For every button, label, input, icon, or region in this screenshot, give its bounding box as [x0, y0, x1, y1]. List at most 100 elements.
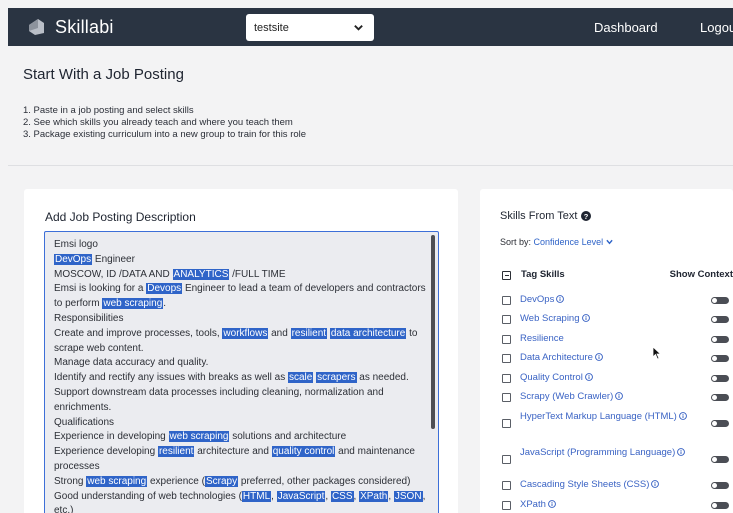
- skill-label[interactable]: Web Scraping: [520, 313, 690, 325]
- highlighted-skill[interactable]: web scraping: [102, 298, 164, 310]
- highlighted-skill[interactable]: workflows: [222, 327, 269, 339]
- posting-line: Support downstream data processes includ…: [54, 386, 426, 416]
- skill-row: XPath: [500, 499, 729, 511]
- posting-text-segment: Emsi logo: [54, 239, 98, 250]
- nav-link-logout[interactable]: Logout: [700, 20, 733, 35]
- show-context-toggle[interactable]: [711, 419, 729, 427]
- skill-label[interactable]: Scrapy (Web Crawler): [520, 391, 690, 403]
- show-context-toggle[interactable]: [711, 296, 729, 304]
- sort-row: Sort by: Confidence Level: [500, 237, 613, 247]
- help-icon[interactable]: ?: [581, 211, 592, 221]
- skill-label[interactable]: JavaScript (Programming Language): [520, 447, 690, 459]
- info-icon[interactable]: [547, 500, 556, 508]
- highlighted-skill[interactable]: ANALYTICS: [172, 268, 230, 280]
- posting-text-segment: ,: [271, 490, 277, 502]
- skill-label[interactable]: HyperText Markup Language (HTML): [520, 411, 690, 423]
- posting-text-segment: and: [268, 327, 291, 339]
- show-context-toggle[interactable]: [711, 455, 729, 463]
- skill-label-text: Scrapy (Web Crawler): [520, 391, 614, 402]
- minus-icon[interactable]: [502, 271, 511, 280]
- skill-row: Resilience: [500, 333, 729, 345]
- skill-label[interactable]: Data Architecture: [520, 352, 690, 364]
- show-context-toggle[interactable]: [711, 315, 729, 323]
- highlighted-skill[interactable]: CSS: [330, 490, 354, 502]
- info-icon[interactable]: [678, 412, 687, 420]
- show-context-toggle[interactable]: [711, 501, 729, 509]
- posting-text-segment: architecture and: [194, 446, 272, 458]
- cursor-icon: [653, 347, 662, 360]
- job-posting-card: Add Job Posting Description Emsi logo Dev…: [24, 189, 458, 513]
- posting-text-segment: Manage data accuracy and quality.: [54, 357, 209, 369]
- posting-text-segment: Qualifications: [54, 416, 115, 428]
- info-icon[interactable]: [615, 392, 624, 400]
- show-context-toggle[interactable]: [711, 374, 729, 382]
- skill-label-text: Cascading Style Sheets (CSS): [520, 479, 650, 490]
- nav-link-dashboard[interactable]: Dashboard: [594, 20, 658, 35]
- skill-row: JavaScript (Programming Language): [500, 447, 729, 471]
- sort-dropdown[interactable]: Confidence Level: [534, 237, 613, 247]
- show-context-label: Show Context: [669, 269, 733, 280]
- logo-icon[interactable]: [26, 17, 46, 37]
- highlighted-skill[interactable]: scrapers: [316, 372, 357, 384]
- info-icon[interactable]: [594, 353, 603, 361]
- site-select[interactable]: testsite: [246, 14, 374, 41]
- skill-label-text: Data Architecture: [520, 352, 593, 363]
- highlighted-skill[interactable]: Scrapy: [204, 475, 239, 487]
- skill-checkbox[interactable]: [502, 500, 511, 510]
- scrollbar-thumb[interactable]: [431, 235, 435, 429]
- highlighted-skill[interactable]: resilient: [290, 327, 328, 339]
- posting-text-segment: experience (: [147, 475, 205, 487]
- skill-label-text: Web Scraping: [520, 313, 580, 324]
- skill-label[interactable]: XPath: [520, 499, 690, 511]
- highlighted-skill[interactable]: resilient: [157, 446, 195, 458]
- posting-text-segment: Engineer: [92, 253, 135, 265]
- skills-card: Skills From Text ? Sort by: Confidence L…: [480, 189, 733, 513]
- info-icon[interactable]: [651, 480, 660, 488]
- info-icon[interactable]: [556, 295, 565, 303]
- posting-text-segment: as needed.: [356, 372, 409, 384]
- highlighted-skill[interactable]: web scraping: [168, 431, 230, 443]
- skill-label-text: DevOps: [520, 294, 555, 305]
- skill-checkbox[interactable]: [502, 295, 511, 305]
- posting-line: Create and improve processes, tools, wor…: [54, 327, 426, 357]
- tag-skills-header: Tag Skills Show Context: [500, 269, 733, 283]
- skill-label[interactable]: DevOps: [520, 294, 690, 306]
- skills-card-title: Skills From Text ?: [500, 210, 592, 222]
- skill-checkbox[interactable]: [502, 314, 511, 324]
- skill-checkbox[interactable]: [502, 480, 511, 490]
- skill-checkbox[interactable]: [502, 392, 511, 402]
- highlighted-skill[interactable]: data architecture: [329, 327, 407, 339]
- info-icon[interactable]: [584, 373, 593, 381]
- brand-name[interactable]: Skillabi: [55, 17, 114, 38]
- skill-label[interactable]: Quality Control: [520, 372, 690, 384]
- job-posting-textarea[interactable]: Emsi logo DevOps Engineer MOSCOW, ID /DATA…: [44, 231, 439, 513]
- posting-text-segment: Emsi is looking for a: [54, 283, 147, 295]
- highlighted-skill[interactable]: quality control: [271, 446, 336, 458]
- highlighted-skill[interactable]: HTML: [241, 490, 272, 502]
- highlighted-skill[interactable]: JSON: [393, 490, 423, 502]
- show-context-toggle[interactable]: [711, 335, 729, 343]
- page-title: Start With a Job Posting: [23, 66, 184, 83]
- highlighted-skill[interactable]: web scraping: [86, 475, 148, 487]
- show-context-toggle[interactable]: [711, 393, 729, 401]
- highlighted-skill[interactable]: DevOps: [54, 253, 93, 265]
- skill-checkbox[interactable]: [502, 353, 511, 363]
- posting-line: Responsibilities: [54, 312, 426, 327]
- skill-checkbox[interactable]: [502, 373, 511, 383]
- highlighted-skill[interactable]: XPath: [359, 490, 389, 502]
- posting-line: Experience in developing web scraping so…: [54, 430, 426, 445]
- skill-checkbox[interactable]: [502, 334, 511, 344]
- highlighted-skill[interactable]: Devops: [146, 283, 183, 295]
- skill-label[interactable]: Resilience: [520, 333, 690, 345]
- skill-checkbox[interactable]: [502, 418, 511, 428]
- info-icon[interactable]: [581, 314, 590, 322]
- highlighted-skill[interactable]: scale: [288, 372, 314, 384]
- skill-label[interactable]: Cascading Style Sheets (CSS): [520, 479, 690, 491]
- show-context-toggle[interactable]: [711, 481, 729, 489]
- show-context-toggle[interactable]: [711, 354, 729, 362]
- info-icon[interactable]: [677, 448, 686, 456]
- divider: [8, 165, 733, 166]
- skill-checkbox[interactable]: [502, 454, 511, 464]
- highlighted-skill[interactable]: JavaScript: [276, 490, 326, 502]
- posting-line: Emsi logo: [54, 238, 426, 253]
